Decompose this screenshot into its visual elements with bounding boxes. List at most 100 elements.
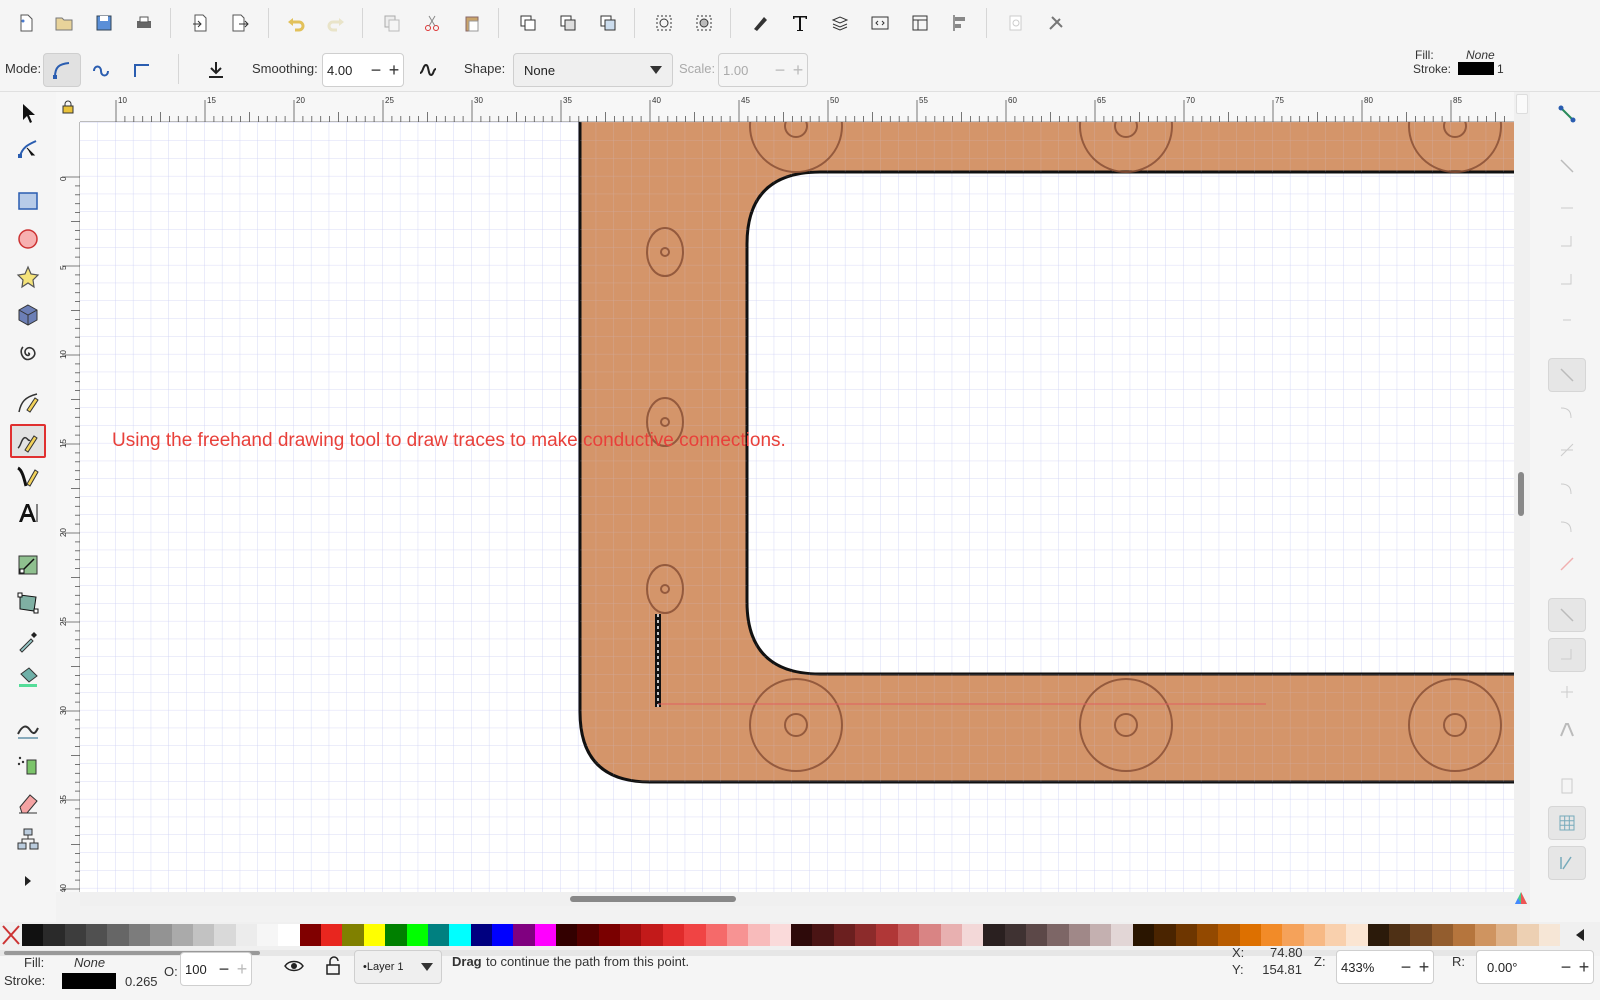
new-document-icon[interactable] — [12, 9, 40, 37]
snap-bbox-corner-button[interactable] — [1553, 228, 1581, 256]
palette-swatch[interactable] — [1282, 924, 1305, 946]
palette-swatch[interactable] — [235, 924, 258, 946]
calligraphy-tool[interactable] — [10, 460, 46, 494]
cut-icon[interactable] — [418, 9, 446, 37]
zoom-value[interactable]: 433% — [1337, 960, 1397, 975]
palette-swatch[interactable] — [556, 924, 578, 946]
palette-swatch[interactable] — [855, 924, 877, 946]
palette-swatch[interactable] — [534, 924, 557, 946]
palette-swatch[interactable] — [1239, 924, 1262, 946]
horizontal-scrollbar[interactable] — [80, 892, 1530, 906]
ellipse-tool[interactable] — [10, 222, 46, 256]
rectangle-tool[interactable] — [10, 184, 46, 218]
palette-swatch[interactable] — [1346, 924, 1369, 946]
rotate-cw-button[interactable]: + — [1575, 957, 1593, 978]
palette-swatch[interactable] — [577, 924, 600, 946]
paint-bucket-tool[interactable] — [10, 660, 46, 694]
palette-swatch[interactable] — [1154, 924, 1176, 946]
shape-dropdown[interactable]: None — [513, 53, 673, 87]
unlocked-icon[interactable] — [324, 955, 344, 977]
palette-swatch[interactable] — [321, 924, 343, 946]
opacity-increment-button[interactable]: + — [233, 959, 251, 980]
palette-swatch[interactable] — [299, 924, 322, 946]
palette-swatch[interactable] — [1367, 924, 1390, 946]
opacity-decrement-button[interactable]: − — [215, 959, 233, 980]
palette-swatch[interactable] — [491, 924, 514, 946]
palette-swatch[interactable] — [214, 924, 237, 946]
palette-swatch[interactable] — [1090, 924, 1112, 946]
palette-swatch[interactable] — [748, 924, 771, 946]
scale-value[interactable]: 1.00 — [719, 63, 771, 78]
palette-swatch[interactable] — [833, 924, 856, 946]
palette-swatch[interactable] — [470, 924, 493, 946]
paste-icon[interactable] — [458, 9, 486, 37]
snap-rotation-center-button[interactable] — [1553, 678, 1581, 706]
palette-swatch[interactable] — [171, 924, 194, 946]
import-icon[interactable] — [186, 9, 214, 37]
save-icon[interactable] — [90, 9, 118, 37]
palette-swatch[interactable] — [1517, 924, 1540, 946]
palette-swatch[interactable] — [513, 924, 536, 946]
palette-swatch[interactable] — [684, 924, 707, 946]
palette-swatch[interactable] — [22, 924, 44, 946]
palette-swatch[interactable] — [919, 924, 942, 946]
palette-swatch[interactable] — [1196, 924, 1219, 946]
rotation-spinbox[interactable]: 0.00° − + — [1476, 950, 1594, 984]
palette-swatch[interactable] — [1111, 924, 1134, 946]
vertical-scrollbar[interactable] — [1514, 92, 1530, 892]
stroke-indicator-swatch[interactable] — [1458, 62, 1494, 75]
palette-swatch[interactable] — [983, 924, 1006, 946]
palette-swatch[interactable] — [876, 924, 899, 946]
spray-tool[interactable] — [10, 748, 46, 782]
ruler-corner-lock[interactable] — [56, 92, 80, 122]
rotate-ccw-button[interactable]: − — [1557, 957, 1575, 978]
palette-swatch[interactable] — [726, 924, 749, 946]
palette-swatch[interactable] — [107, 924, 130, 946]
mode-regular-path-button[interactable] — [43, 53, 81, 87]
snap-text-baseline-button[interactable] — [1553, 716, 1581, 744]
smoothing-value[interactable]: 4.00 — [323, 63, 367, 78]
xml-editor-icon[interactable] — [866, 9, 894, 37]
palette-swatch[interactable] — [1389, 924, 1411, 946]
palette-swatch[interactable] — [1004, 924, 1027, 946]
palette-swatch[interactable] — [1410, 924, 1433, 946]
palette-swatch[interactable] — [1453, 924, 1476, 946]
snap-path-button[interactable] — [1553, 398, 1581, 426]
status-fill-value[interactable]: None — [74, 955, 105, 970]
star-tool[interactable] — [10, 260, 46, 294]
palette-swatch[interactable] — [128, 924, 151, 946]
zoom-spinbox[interactable]: 433% − + — [1336, 950, 1434, 984]
palette-swatch[interactable] — [620, 924, 642, 946]
snap-enable-button[interactable] — [1553, 100, 1581, 128]
zoom-selection-icon[interactable] — [650, 9, 678, 37]
text-tool[interactable] — [10, 496, 46, 530]
scale-decrement-button[interactable]: − — [771, 60, 789, 81]
palette-swatch[interactable] — [1175, 924, 1198, 946]
tweak-tool[interactable] — [10, 712, 46, 746]
duplicate-icon[interactable] — [514, 9, 542, 37]
snap-smooth-button[interactable] — [1553, 512, 1581, 540]
palette-swatch[interactable] — [1431, 924, 1454, 946]
eraser-tool[interactable] — [10, 786, 46, 820]
palette-swatch[interactable] — [86, 924, 108, 946]
palette-swatch[interactable] — [1303, 924, 1326, 946]
palette-swatch[interactable] — [278, 924, 301, 946]
zoom-in-button[interactable]: + — [1415, 957, 1433, 978]
palette-swatch[interactable] — [769, 924, 792, 946]
pencil-tool[interactable] — [10, 424, 46, 458]
clone-icon[interactable] — [554, 9, 582, 37]
palette-swatch[interactable] — [940, 924, 963, 946]
scroll-corner-button[interactable] — [1516, 94, 1528, 114]
opacity-spinbox[interactable]: 100 − + — [180, 952, 252, 986]
snap-object-center-button[interactable] — [1548, 638, 1586, 672]
open-file-icon[interactable] — [50, 9, 78, 37]
dropper-tool[interactable] — [10, 624, 46, 658]
copy-icon[interactable] — [378, 9, 406, 37]
gradient-tool[interactable] — [10, 548, 46, 582]
palette-swatch[interactable] — [427, 924, 450, 946]
fill-indicator-value[interactable]: None — [1466, 48, 1495, 62]
palette-swatch[interactable] — [1495, 924, 1518, 946]
palette-swatch[interactable] — [598, 924, 621, 946]
palette-swatch[interactable] — [192, 924, 215, 946]
pen-tool[interactable] — [10, 386, 46, 420]
